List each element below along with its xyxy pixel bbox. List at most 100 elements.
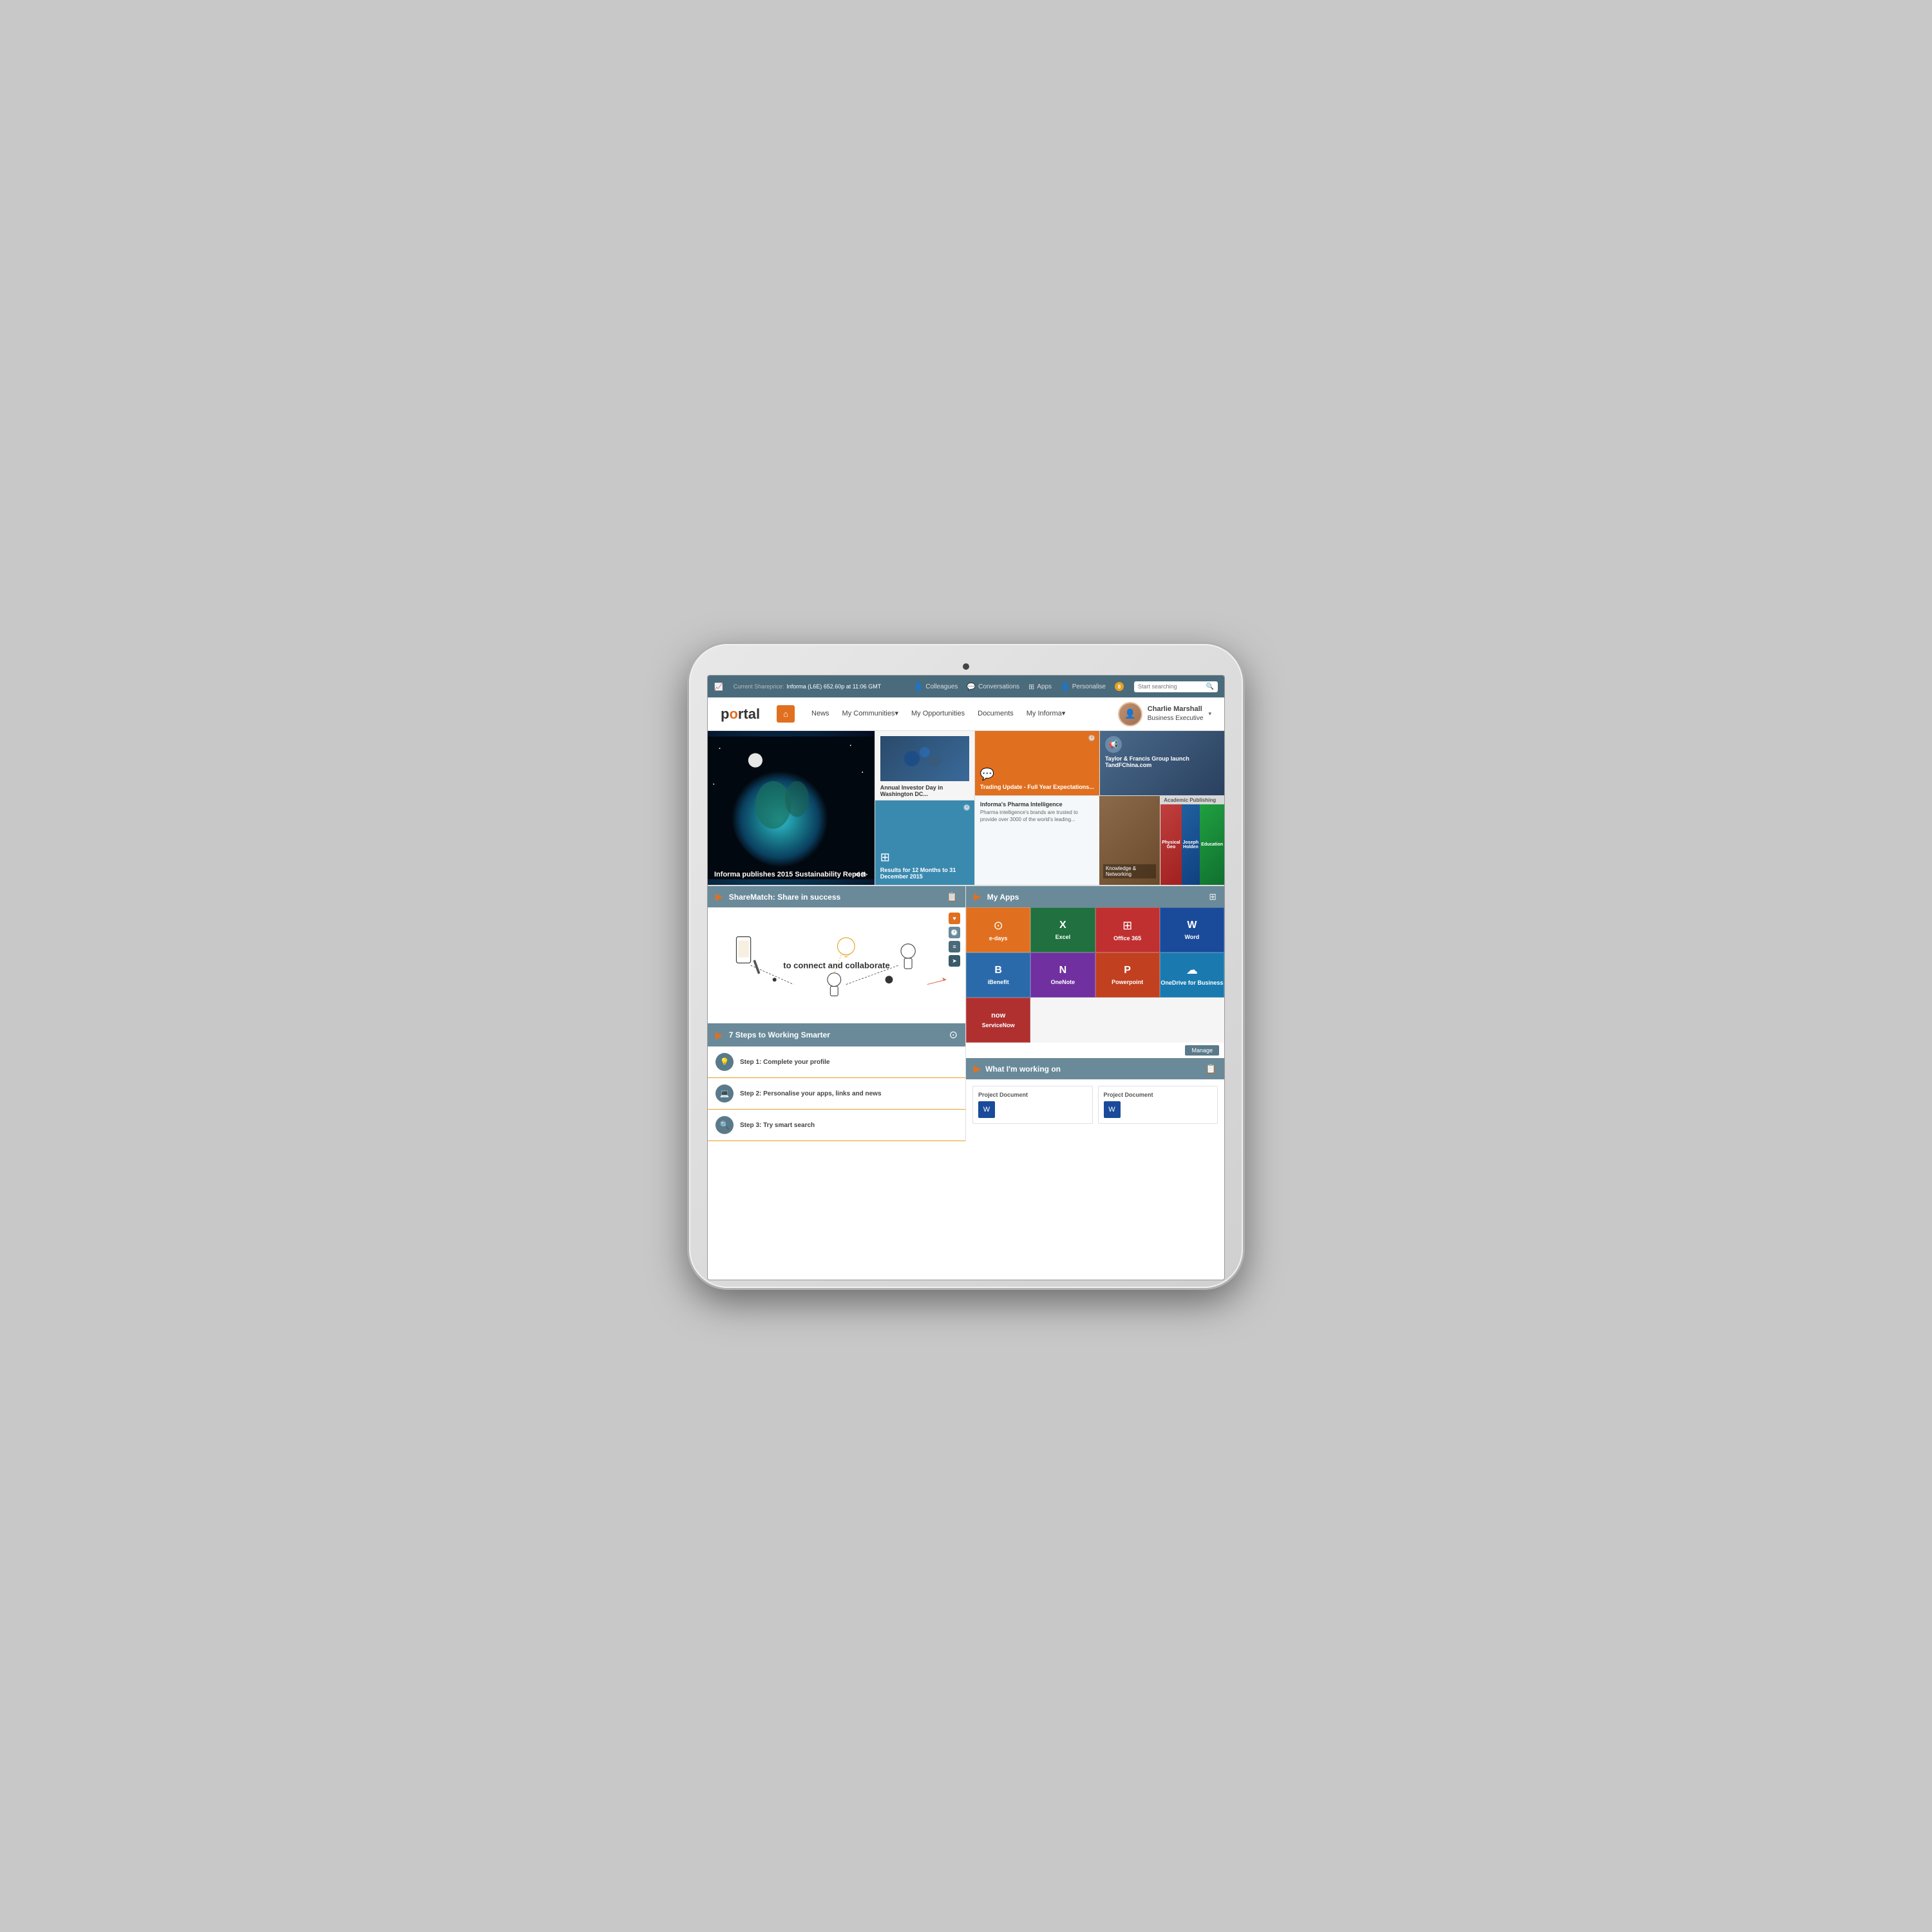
apps-icon: ⊞ bbox=[1028, 683, 1034, 691]
personalise-label: Personalise bbox=[1072, 683, 1106, 690]
academic-section[interactable]: Academic Publishing Physical Geo Joseph … bbox=[1160, 796, 1224, 885]
nav-news[interactable]: News bbox=[805, 697, 836, 731]
ibenefit-icon: B bbox=[994, 965, 1002, 976]
apps-empty-space bbox=[1030, 998, 1224, 1043]
clock-icon: 🕐 bbox=[963, 804, 971, 811]
app-onedrive[interactable]: ☁ OneDrive for Business bbox=[1160, 952, 1224, 998]
avatar: 👤 bbox=[1118, 702, 1142, 726]
news-pharma-body: Pharma intelligence's brands are trusted… bbox=[980, 810, 1094, 823]
news-row2: Knowledge & Networking Academic Publishi… bbox=[1099, 795, 1224, 885]
excel-icon: X bbox=[1059, 920, 1066, 931]
edays-icon: ⊙ bbox=[994, 919, 1003, 933]
nav-my-communities[interactable]: My Communities ▾ bbox=[836, 697, 905, 731]
front-camera bbox=[963, 663, 969, 670]
user-title: Business Executive bbox=[1148, 714, 1204, 723]
steps-arrow: ▶ bbox=[715, 1030, 723, 1041]
news-investor-text: Annual Investor Day in Washington DC... … bbox=[880, 784, 969, 800]
graph-icon: 📈 bbox=[714, 683, 723, 691]
megaphone-icon: 📢 bbox=[1105, 736, 1122, 753]
knowledge-section[interactable]: Knowledge & Networking bbox=[1099, 796, 1160, 885]
sharematch-title: ▶ ShareMatch: Share in success bbox=[715, 891, 840, 902]
news-results[interactable]: 🕐 ⊞ Results for 12 Months to 31 December… bbox=[875, 800, 974, 885]
colleagues-label: Colleagues bbox=[925, 683, 958, 690]
nav-my-informa[interactable]: My Informa ▾ bbox=[1020, 697, 1072, 731]
powerpoint-icon: P bbox=[1124, 965, 1131, 976]
app-powerpoint[interactable]: P Powerpoint bbox=[1095, 952, 1160, 998]
nav-apps[interactable]: ⊞ Apps bbox=[1028, 683, 1052, 691]
conversations-icon: 💬 bbox=[967, 683, 976, 691]
portal-logo: portal bbox=[721, 706, 760, 723]
news-results-title: Results for 12 Months to 31 December 201… bbox=[880, 867, 969, 880]
apps-bottom-row: now ServiceNow bbox=[966, 998, 1224, 1043]
video-canvas: to connect and collaborate ♥ 🕐 ≡ ➤ bbox=[708, 907, 965, 1023]
notification-badge[interactable]: 8 bbox=[1115, 682, 1124, 691]
news-grid: Informa publishes 2015 Sustainability Re… bbox=[708, 731, 1224, 886]
user-name: Charlie Marshall bbox=[1148, 705, 1204, 714]
onedrive-label: OneDrive for Business bbox=[1160, 980, 1223, 987]
working-arrow: ▶ bbox=[974, 1063, 981, 1074]
myapps-arrow: ▶ bbox=[974, 891, 981, 902]
news-taylor[interactable]: 📢 Taylor & Francis Group launch TandFChi… bbox=[1099, 731, 1224, 795]
apps-label: Apps bbox=[1037, 683, 1052, 690]
manage-button[interactable]: Manage bbox=[1185, 1045, 1219, 1056]
servicenow-label: ServiceNow bbox=[982, 1022, 1015, 1028]
colleagues-icon: 👤 bbox=[914, 683, 923, 691]
news-pharma[interactable]: Informa's Pharma Intelligence Pharma int… bbox=[975, 795, 1099, 885]
sharematch-arrow: ▶ bbox=[715, 891, 723, 902]
video-social-icons: ♥ 🕐 ≡ ➤ bbox=[949, 913, 960, 967]
user-info: Charlie Marshall Business Executive bbox=[1148, 705, 1204, 723]
myapps-header: ▶ My Apps ⊞ bbox=[966, 886, 1224, 907]
send-icon: ➤ bbox=[949, 955, 960, 967]
step-3-label: Step 3: Try smart search bbox=[740, 1122, 815, 1129]
step-2-label: Step 2: Personalise your apps, links and… bbox=[740, 1090, 882, 1097]
news-main-caption: Informa publishes 2015 Sustainability Re… bbox=[714, 871, 866, 878]
nav-personalise[interactable]: 👤 Personalise bbox=[1061, 683, 1106, 691]
book-2: Joseph Holden bbox=[1182, 804, 1200, 885]
news-trading[interactable]: 🕐 💬 Trading Update - Full Year Expectati… bbox=[975, 731, 1099, 795]
avatar-image: 👤 bbox=[1119, 703, 1141, 725]
step-1[interactable]: 💡 Step 1: Complete your profile bbox=[708, 1046, 965, 1078]
app-word[interactable]: W Word bbox=[1160, 907, 1224, 952]
home-button[interactable]: ⌂ bbox=[777, 705, 795, 723]
trading-icon: 💬 bbox=[980, 768, 1094, 781]
steps-title: ▶ 7 Steps to Working Smarter bbox=[715, 1030, 830, 1041]
knowledge-badge: Knowledge & Networking bbox=[1103, 864, 1156, 878]
news-pharma-title: Informa's Pharma Intelligence bbox=[980, 801, 1094, 808]
app-ibenefit[interactable]: B iBenefit bbox=[966, 952, 1030, 998]
nav-my-opportunities[interactable]: My Opportunities bbox=[905, 697, 971, 731]
list-icon: ≡ bbox=[949, 941, 960, 952]
bottom-section: ▶ ShareMatch: Share in success 📋 bbox=[708, 886, 1224, 1141]
sharematch-header: ▶ ShareMatch: Share in success 📋 bbox=[708, 886, 965, 907]
book-1: Physical Geo bbox=[1160, 804, 1181, 885]
step-3-icon: 🔍 bbox=[715, 1116, 734, 1134]
doc-card-1[interactable]: Project Document W bbox=[972, 1086, 1093, 1124]
share-price-value: Informa (L6E) 652.60p at 11:06 GMT bbox=[786, 683, 881, 690]
user-area: 👤 Charlie Marshall Business Executive ▾ bbox=[1118, 702, 1211, 726]
step-1-icon: 💡 bbox=[715, 1053, 734, 1071]
nav-conversations[interactable]: 💬 Conversations bbox=[967, 683, 1019, 691]
app-excel[interactable]: X Excel bbox=[1030, 907, 1095, 952]
app-servicenow[interactable]: now ServiceNow bbox=[966, 998, 1030, 1043]
doc-card-2[interactable]: Project Document W bbox=[1098, 1086, 1218, 1124]
news-main-image: Informa publishes 2015 Sustainability Re… bbox=[708, 731, 875, 885]
taylor-title: Taylor & Francis Group launch TandFChina… bbox=[1105, 755, 1219, 768]
news-investor[interactable]: Annual Investor Day in Washington DC... … bbox=[875, 731, 974, 800]
news-col2: Annual Investor Day in Washington DC... … bbox=[875, 731, 974, 885]
app-onenote[interactable]: N OneNote bbox=[1030, 952, 1095, 998]
book-3: Education bbox=[1200, 804, 1224, 885]
search-input[interactable] bbox=[1138, 683, 1204, 690]
nav-colleagues[interactable]: 👤 Colleagues bbox=[914, 683, 958, 691]
news-col4: 📢 Taylor & Francis Group launch TandFChi… bbox=[1099, 731, 1224, 885]
search-bar[interactable]: 🔍 bbox=[1134, 681, 1218, 692]
onenote-icon: N bbox=[1059, 965, 1067, 976]
news-main-item[interactable]: Informa publishes 2015 Sustainability Re… bbox=[708, 731, 875, 885]
app-office365[interactable]: ⊞ Office 365 bbox=[1095, 907, 1160, 952]
manage-bar: Manage bbox=[966, 1043, 1224, 1058]
user-dropdown-icon[interactable]: ▾ bbox=[1208, 710, 1211, 717]
step-2-icon: 💻 bbox=[715, 1084, 734, 1103]
step-3[interactable]: 🔍 Step 3: Try smart search bbox=[708, 1110, 965, 1141]
right-panel: ▶ My Apps ⊞ ⊙ e-days X Excel bbox=[966, 886, 1224, 1141]
app-edays[interactable]: ⊙ e-days bbox=[966, 907, 1030, 952]
nav-documents[interactable]: Documents bbox=[971, 697, 1020, 731]
step-2[interactable]: 💻 Step 2: Personalise your apps, links a… bbox=[708, 1078, 965, 1110]
